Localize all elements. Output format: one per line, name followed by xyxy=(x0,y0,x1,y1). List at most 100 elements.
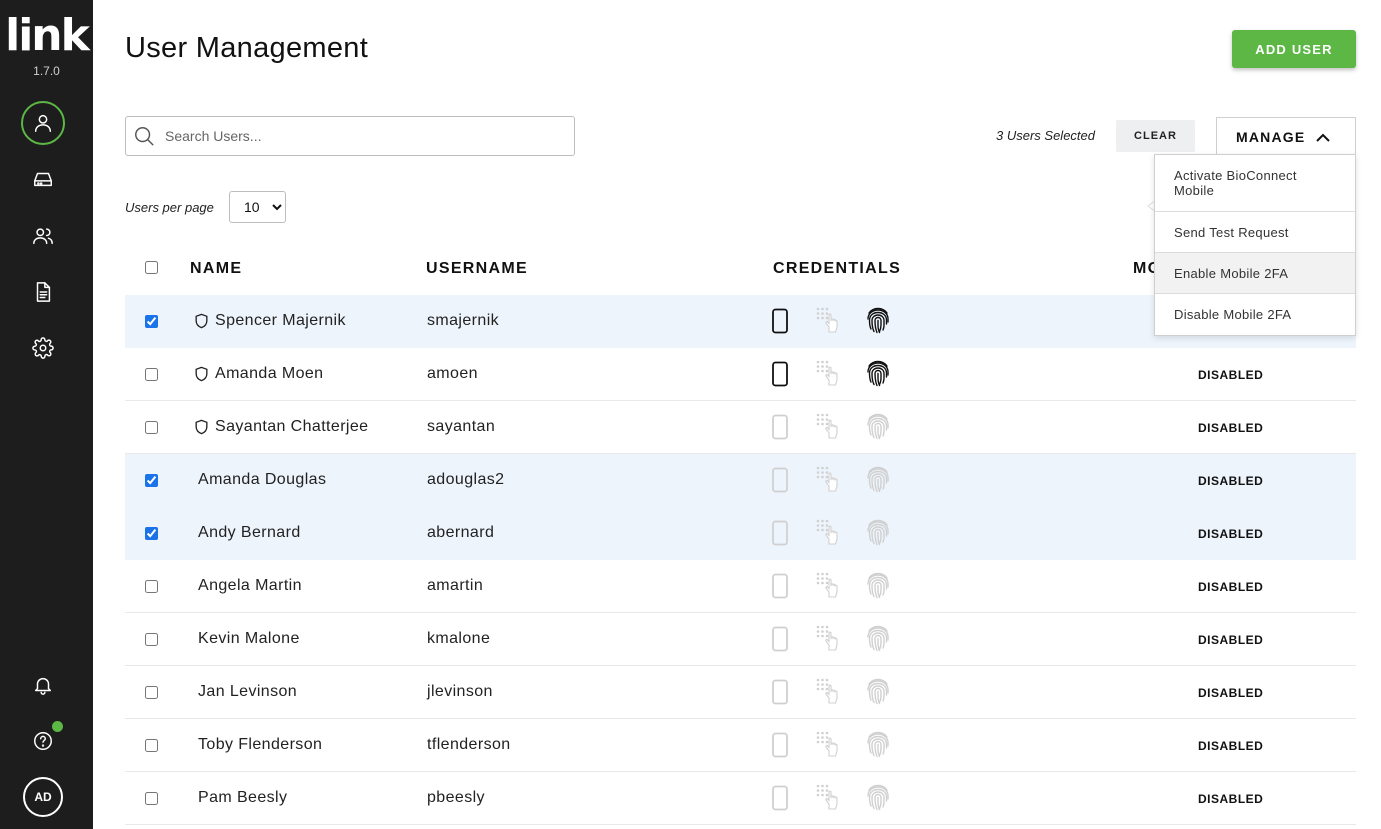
table-row[interactable]: Amanda Moen amoen DISABLED xyxy=(125,348,1356,401)
sidebar-item-devices[interactable] xyxy=(21,157,65,201)
search-box[interactable] xyxy=(125,116,575,156)
user-name: Amanda Douglas xyxy=(198,471,327,488)
table-row[interactable]: Amanda Douglas adouglas2 DISABLED xyxy=(125,454,1356,507)
username: amoen xyxy=(427,365,478,382)
phone-icon xyxy=(771,732,789,758)
fingerprint-icon xyxy=(865,624,891,652)
user-name-cell[interactable]: Andy Bernard xyxy=(198,524,301,542)
sidebar-item-groups[interactable] xyxy=(21,214,65,258)
table-row[interactable]: Andy Bernard abernard DISABLED xyxy=(125,507,1356,560)
fingerprint-icon xyxy=(865,306,891,334)
username: smajernik xyxy=(427,312,500,329)
table-row[interactable]: Kevin Malone kmalone DISABLED xyxy=(125,613,1356,666)
shield-icon xyxy=(194,313,209,329)
user-name: Jan Levinson xyxy=(198,683,298,700)
fingerprint-icon xyxy=(865,571,891,599)
app-version: 1.7.0 xyxy=(33,64,60,78)
sidebar-item-settings[interactable] xyxy=(21,326,65,370)
help-icon xyxy=(34,732,52,750)
column-header-name[interactable]: NAME xyxy=(190,260,242,278)
username: tflenderson xyxy=(427,736,511,753)
table-row[interactable]: Toby Flenderson tflenderson DISABLED xyxy=(125,719,1356,772)
mobile-status: DISABLED xyxy=(1198,686,1264,700)
user-name-cell[interactable]: Amanda Douglas xyxy=(198,471,326,489)
phone-icon xyxy=(771,308,789,334)
row-checkbox[interactable] xyxy=(145,633,158,646)
row-checkbox[interactable] xyxy=(145,792,158,805)
device-icon xyxy=(34,172,52,187)
row-checkbox[interactable] xyxy=(145,739,158,752)
fingerprint-icon xyxy=(865,677,891,705)
row-checkbox[interactable] xyxy=(145,580,158,593)
search-input[interactable] xyxy=(165,128,545,144)
row-checkbox[interactable] xyxy=(145,474,158,487)
app-logo[interactable]: link 1.7.0 xyxy=(0,14,93,79)
mobile-status: DISABLED xyxy=(1198,792,1264,806)
user-name: Kevin Malone xyxy=(198,630,300,647)
users-group-icon xyxy=(33,228,53,245)
manage-menu: Activate BioConnect Mobile Send Test Req… xyxy=(1154,154,1356,336)
menu-item-enable-mobile-2fa[interactable]: Enable Mobile 2FA xyxy=(1155,253,1355,294)
user-name-cell[interactable]: Kevin Malone xyxy=(198,630,300,648)
column-header-credentials: CREDENTIALS xyxy=(773,260,902,277)
mobile-status: DISABLED xyxy=(1198,633,1264,647)
user-name-cell[interactable]: Amanda Moen xyxy=(194,365,323,383)
phone-icon xyxy=(771,520,789,546)
row-checkbox[interactable] xyxy=(145,368,158,381)
select-all-checkbox[interactable] xyxy=(145,261,158,274)
gear-icon xyxy=(32,337,54,359)
user-name: Sayantan Chatterjee xyxy=(215,418,369,435)
user-name: Toby Flenderson xyxy=(198,736,323,753)
username: adouglas2 xyxy=(427,471,505,488)
username: pbeesly xyxy=(427,789,485,806)
touch-pin-icon xyxy=(815,624,845,654)
username: abernard xyxy=(427,524,495,541)
mobile-status: DISABLED xyxy=(1198,580,1264,594)
row-checkbox[interactable] xyxy=(145,421,158,434)
user-name-cell[interactable]: Angela Martin xyxy=(198,577,302,595)
user-name-cell[interactable]: Spencer Majernik xyxy=(194,312,346,330)
row-checkbox[interactable] xyxy=(145,527,158,540)
phone-icon xyxy=(771,626,789,652)
fingerprint-icon xyxy=(865,730,891,758)
menu-item-disable-mobile-2fa[interactable]: Disable Mobile 2FA xyxy=(1155,294,1355,335)
user-name-cell[interactable]: Sayantan Chatterjee xyxy=(194,418,368,436)
touch-pin-icon xyxy=(815,465,845,495)
table-body: Spencer Majernik smajernik Amanda Moen amoe… xyxy=(125,295,1356,825)
user-name-cell[interactable]: Pam Beesly xyxy=(198,789,287,807)
mobile-status: DISABLED xyxy=(1198,739,1264,753)
page-title: User Management xyxy=(125,32,369,64)
user-name: Amanda Moen xyxy=(215,365,324,382)
row-checkbox[interactable] xyxy=(145,686,158,699)
menu-item-activate-mobile[interactable]: Activate BioConnect Mobile xyxy=(1155,155,1355,212)
table-row[interactable]: Jan Levinson jlevinson DISABLED xyxy=(125,666,1356,719)
username: amartin xyxy=(427,577,484,594)
sidebar-item-users-management[interactable] xyxy=(21,101,65,145)
touch-pin-icon xyxy=(815,518,845,548)
avatar[interactable]: AD xyxy=(23,777,63,817)
row-checkbox[interactable] xyxy=(145,315,158,328)
shield-icon xyxy=(194,366,209,382)
bell-icon xyxy=(34,677,52,695)
touch-pin-icon xyxy=(815,412,845,442)
table-row[interactable]: Pam Beesly pbeesly DISABLED xyxy=(125,772,1356,825)
chevron-up-icon xyxy=(1316,133,1330,142)
column-header-username[interactable]: USERNAME xyxy=(426,260,528,278)
manage-button[interactable]: MANAGE xyxy=(1216,117,1356,155)
per-page-label: Users per page xyxy=(125,200,214,215)
table-row[interactable]: Sayantan Chatterjee sayantan DISABLED xyxy=(125,401,1356,454)
user-name-cell[interactable]: Jan Levinson xyxy=(198,683,297,701)
clear-selection-button[interactable]: CLEAR xyxy=(1116,120,1195,152)
notifications-button[interactable] xyxy=(21,663,65,707)
add-user-button[interactable]: ADD USER xyxy=(1232,30,1356,68)
per-page-select[interactable]: 10 xyxy=(229,191,286,223)
phone-icon xyxy=(771,414,789,440)
table-row[interactable]: Angela Martin amartin DISABLED xyxy=(125,560,1356,613)
user-name-cell[interactable]: Toby Flenderson xyxy=(198,736,322,754)
sidebar-item-reports[interactable] xyxy=(21,270,65,314)
touch-pin-icon xyxy=(815,730,845,760)
menu-item-send-test-request[interactable]: Send Test Request xyxy=(1155,212,1355,253)
mobile-status: DISABLED xyxy=(1198,527,1264,541)
phone-icon xyxy=(771,573,789,599)
fingerprint-icon xyxy=(865,412,891,440)
